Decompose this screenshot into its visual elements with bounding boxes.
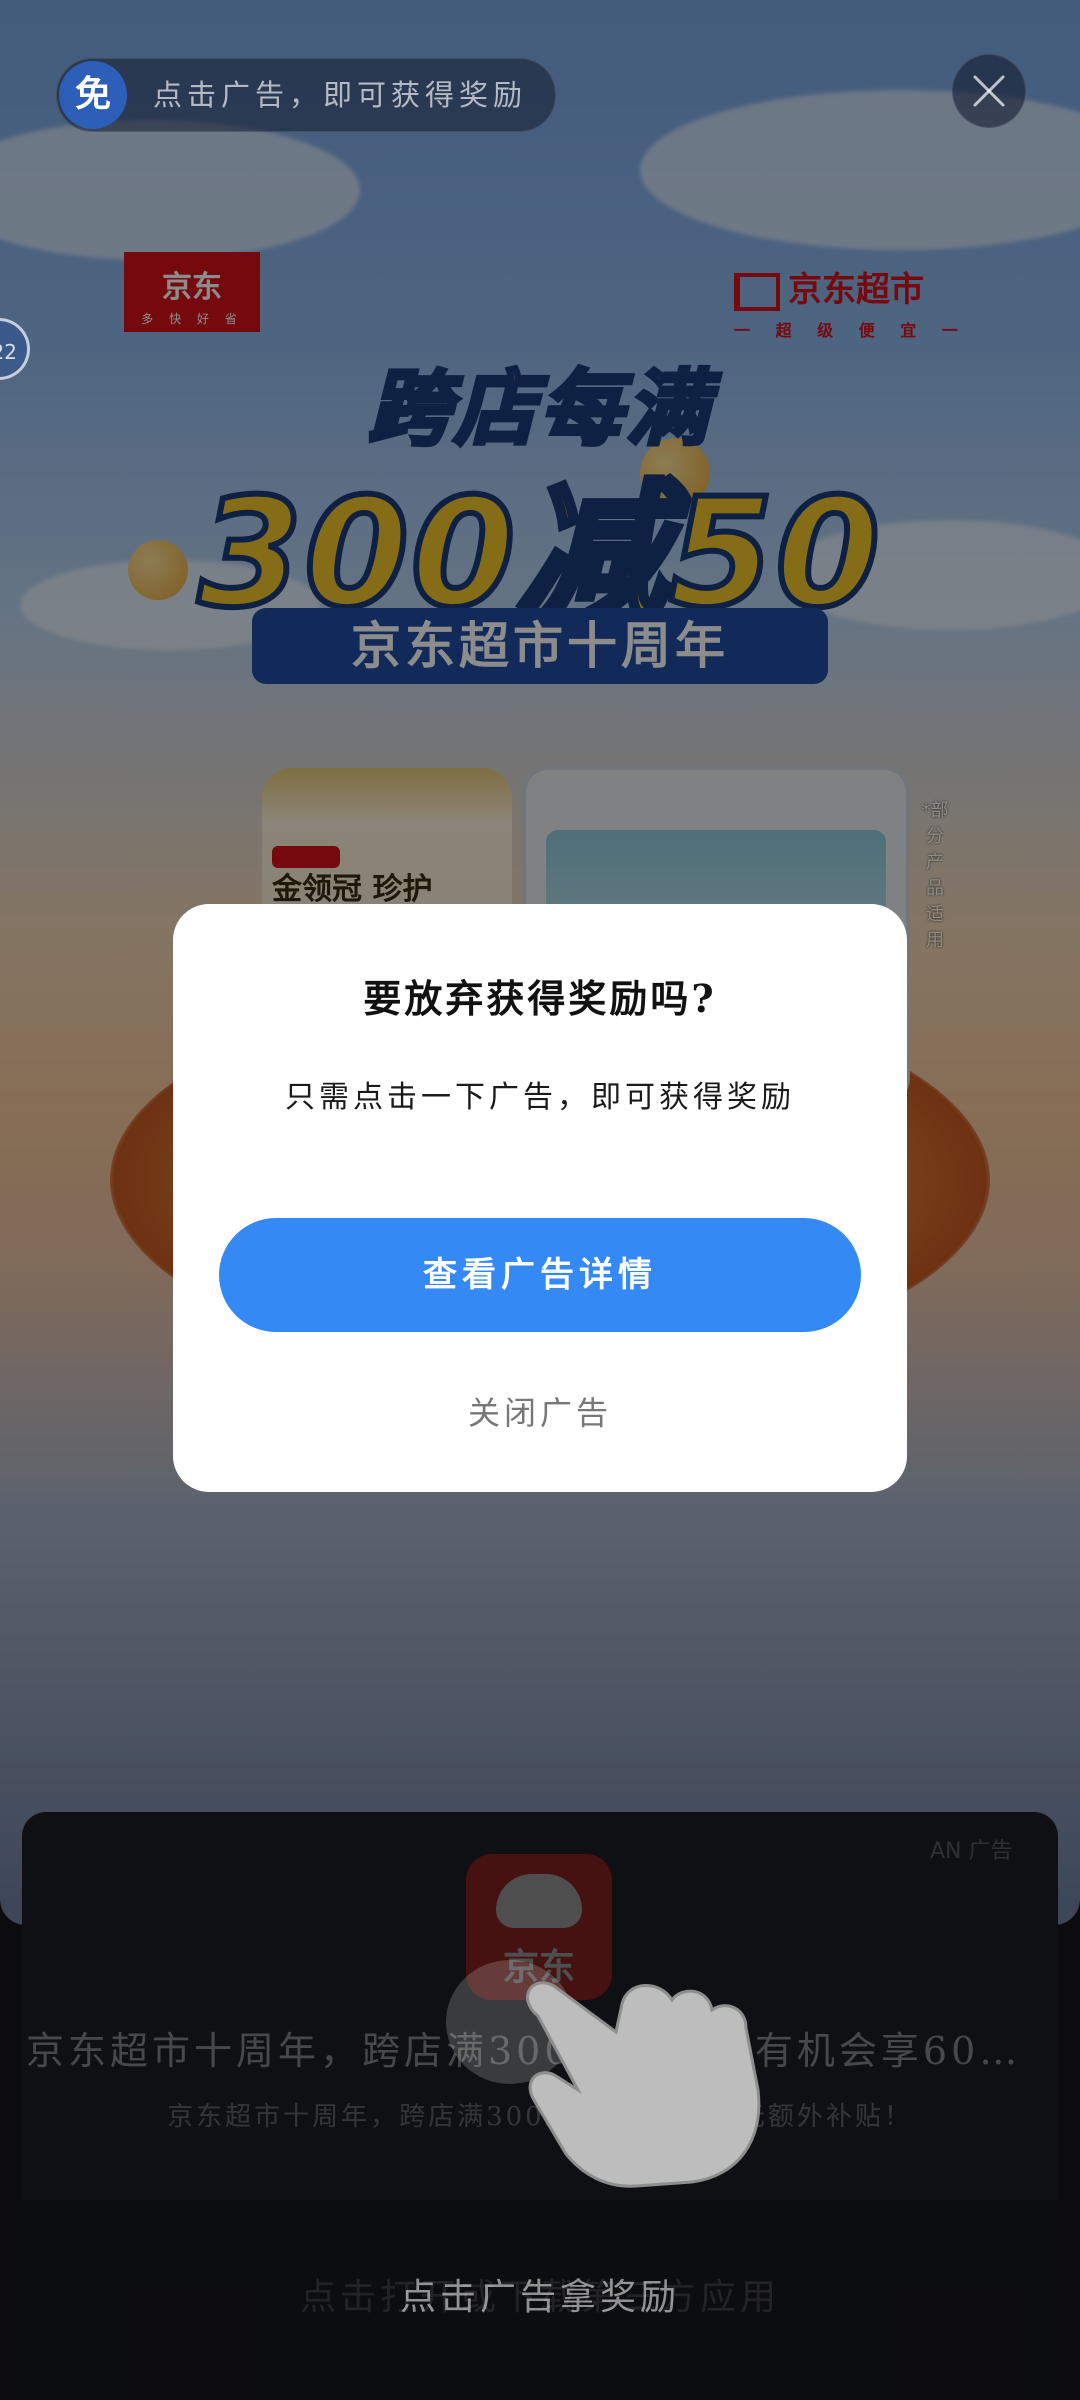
close-ad-button[interactable] bbox=[952, 54, 1026, 128]
reward-hint-text: 点击广告，即可获得奖励 bbox=[153, 78, 528, 112]
abandon-reward-dialog: 要放弃获得奖励吗? 只需点击一下广告，即可获得奖励 查看广告详情 关闭广告 bbox=[173, 904, 907, 1492]
dialog-title: 要放弃获得奖励吗? bbox=[363, 976, 717, 1021]
free-badge: 免 bbox=[59, 61, 127, 129]
pointing-hand-icon bbox=[446, 1960, 761, 2188]
dialog-message: 只需点击一下广告，即可获得奖励 bbox=[285, 1080, 795, 1115]
reward-ad-screen: 京东 多 快 好 省 京东超市 一 超 级 便 宜 一 跨店每满 300减50 … bbox=[0, 0, 1080, 2400]
cta-reward-text[interactable]: 点击广告拿奖励 bbox=[0, 2268, 1080, 2320]
close-icon bbox=[973, 75, 1005, 107]
reward-hint-pill: 免 点击广告，即可获得奖励 bbox=[56, 58, 556, 132]
close-ad-text-button[interactable]: 关闭广告 bbox=[173, 1388, 907, 1434]
view-ad-details-button[interactable]: 查看广告详情 bbox=[219, 1218, 861, 1332]
